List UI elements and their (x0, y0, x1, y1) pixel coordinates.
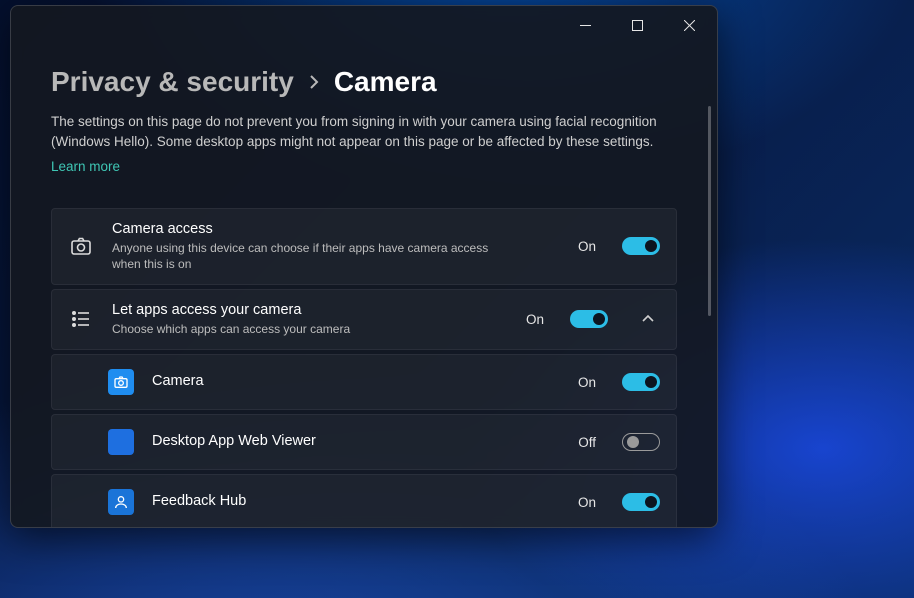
toggle-state-label: On (578, 375, 596, 390)
app-name: Desktop App Web Viewer (152, 433, 560, 452)
app-icon-feedback-hub (108, 489, 134, 515)
setting-title: Let apps access your camera (112, 302, 508, 318)
setting-title: Camera access (112, 221, 560, 237)
settings-list: Camera access Anyone using this device c… (51, 208, 677, 528)
app-toggle-camera[interactable] (622, 373, 660, 391)
let-apps-toggle[interactable] (570, 310, 608, 328)
toggle-state-label: On (578, 495, 596, 510)
maximize-button[interactable] (615, 10, 659, 40)
title-bar (11, 6, 717, 44)
camera-icon (68, 233, 94, 259)
list-icon (68, 306, 94, 332)
camera-access-toggle[interactable] (622, 237, 660, 255)
camera-access-text: Camera access Anyone using this device c… (112, 221, 560, 272)
page-title: Camera (334, 66, 437, 98)
settings-window: Privacy & security Camera The settings o… (10, 5, 718, 528)
app-row-camera[interactable]: Camera On (51, 354, 677, 410)
app-toggle-feedback-hub[interactable] (622, 493, 660, 511)
scrollbar[interactable] (708, 106, 711, 316)
breadcrumb-parent[interactable]: Privacy & security (51, 66, 294, 98)
setting-subtitle: Anyone using this device can choose if t… (112, 240, 512, 272)
app-icon-desktop-web-viewer (108, 429, 134, 455)
toggle-state-label: On (526, 312, 544, 327)
camera-access-row[interactable]: Camera access Anyone using this device c… (51, 208, 677, 285)
app-toggle-desktop-web-viewer[interactable] (622, 433, 660, 451)
let-apps-text: Let apps access your camera Choose which… (112, 302, 508, 337)
app-row-desktop-web-viewer[interactable]: Desktop App Web Viewer Off (51, 414, 677, 470)
page-description: The settings on this page do not prevent… (51, 112, 677, 153)
minimize-button[interactable] (563, 10, 607, 40)
app-name: Feedback Hub (152, 493, 560, 512)
app-label: Feedback Hub (152, 493, 560, 509)
let-apps-row[interactable]: Let apps access your camera Choose which… (51, 289, 677, 350)
learn-more-link[interactable]: Learn more (51, 159, 120, 174)
content-area: Privacy & security Camera The settings o… (11, 44, 717, 527)
app-icon-camera (108, 369, 134, 395)
app-label: Desktop App Web Viewer (152, 433, 560, 449)
toggle-state-label: Off (578, 435, 596, 450)
app-name: Camera (152, 373, 560, 392)
chevron-right-icon (308, 75, 320, 89)
chevron-up-icon[interactable] (636, 312, 660, 326)
toggle-state-label: On (578, 239, 596, 254)
setting-subtitle: Choose which apps can access your camera (112, 321, 508, 337)
close-button[interactable] (667, 10, 711, 40)
app-row-feedback-hub[interactable]: Feedback Hub On (51, 474, 677, 527)
breadcrumb: Privacy & security Camera (51, 66, 677, 98)
app-label: Camera (152, 373, 560, 389)
